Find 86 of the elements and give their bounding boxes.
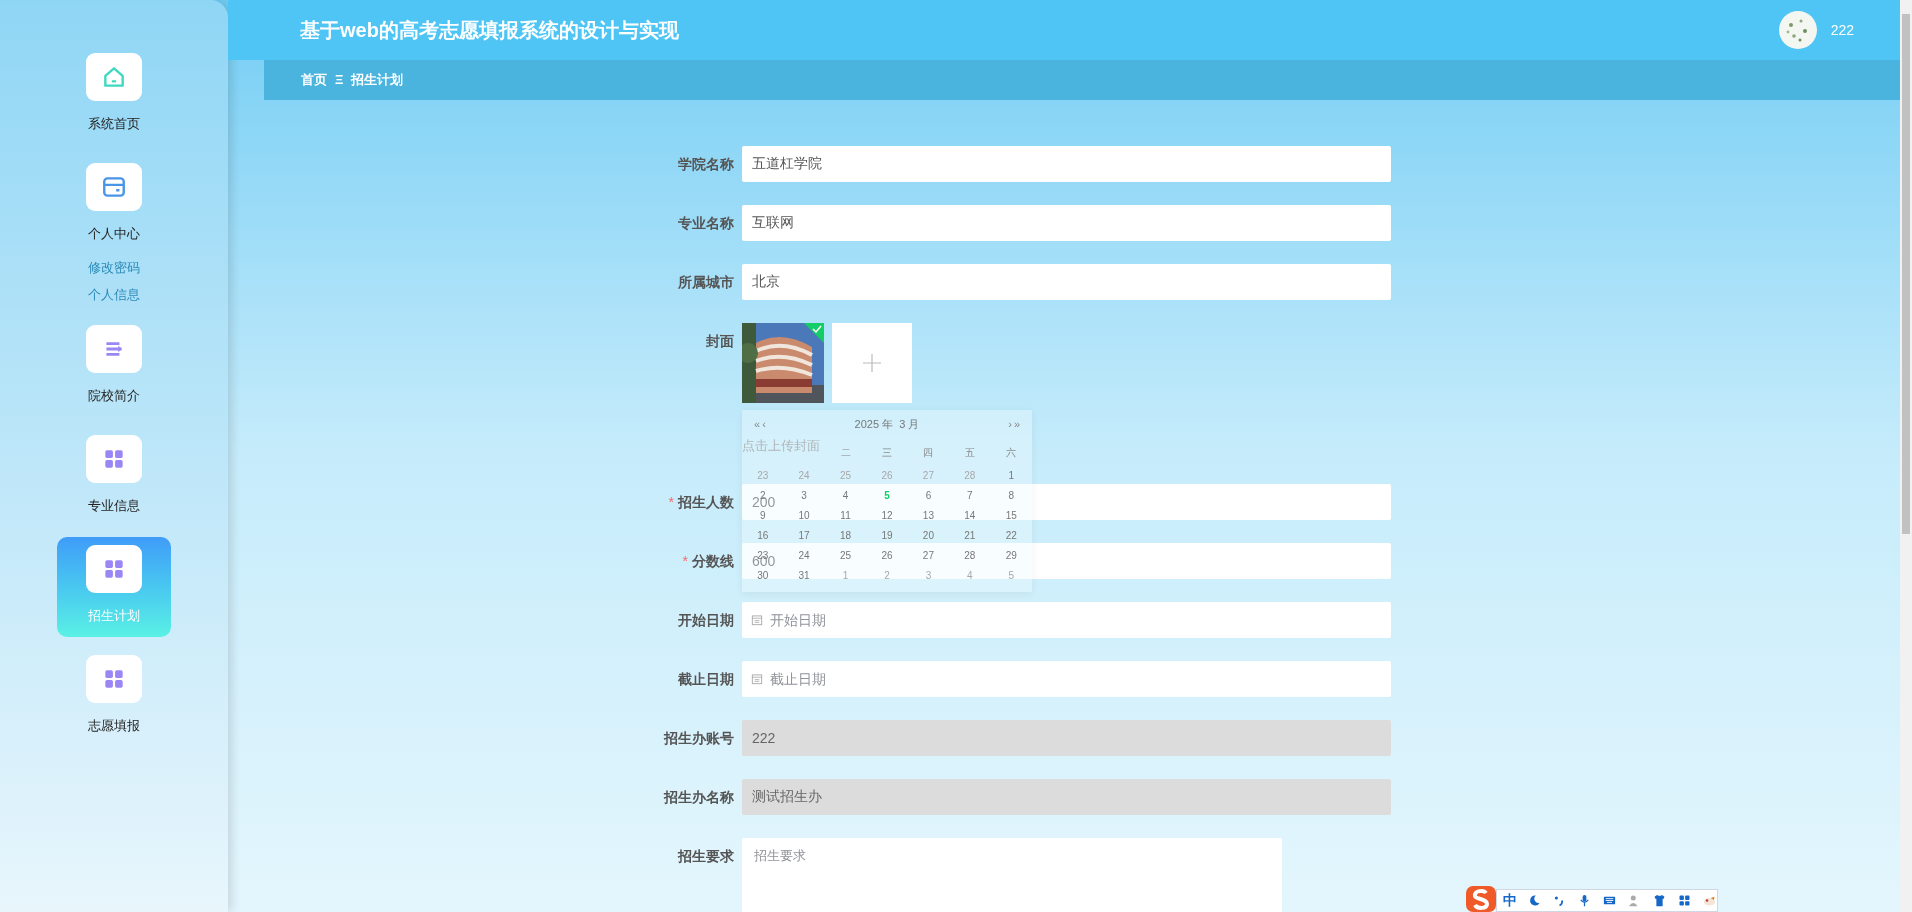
- text-field[interactable]: 北京: [742, 264, 1391, 300]
- next-month-button[interactable]: ›: [1008, 415, 1012, 433]
- weekday-label: 六: [1005, 445, 1018, 460]
- submenu-link[interactable]: 修改密码: [88, 259, 140, 277]
- microphone-icon[interactable]: [1577, 893, 1592, 908]
- calendar-day[interactable]: 18: [840, 530, 852, 542]
- scrollbar-thumb[interactable]: [1902, 14, 1910, 534]
- moon-icon[interactable]: [1527, 893, 1542, 908]
- text-field[interactable]: 互联网: [742, 205, 1391, 241]
- shirt-icon[interactable]: [1652, 893, 1667, 908]
- calendar-day[interactable]: 13: [922, 510, 934, 522]
- field-label: 招生办名称: [664, 787, 734, 807]
- calendar-day[interactable]: 25: [840, 550, 852, 562]
- sidebar-item[interactable]: 志愿填报: [57, 647, 171, 747]
- calendar-day[interactable]: 29: [1005, 550, 1017, 562]
- avatar: [1778, 11, 1817, 49]
- calendar-day[interactable]: 17: [798, 530, 810, 542]
- field-label: 截止日期: [678, 669, 734, 689]
- field-label: 所属城市: [678, 272, 734, 292]
- date-field[interactable]: 开始日期: [742, 602, 1391, 638]
- calendar-day[interactable]: 19: [881, 530, 893, 542]
- next-year-button[interactable]: »: [1013, 415, 1020, 433]
- system-title: 基于web的高考志愿填报系统的设计与实现: [300, 18, 679, 43]
- sidebar-item[interactable]: 专业信息: [57, 427, 171, 527]
- field-label: 学院名称: [678, 154, 734, 174]
- calendar-day[interactable]: 4: [967, 570, 973, 582]
- field-label: 封面: [706, 331, 734, 351]
- home-icon: [101, 64, 127, 90]
- calendar-day[interactable]: 9: [759, 510, 766, 522]
- calendar-icon: [750, 613, 764, 627]
- calendar-day[interactable]: 15: [1005, 510, 1017, 522]
- calendar-day[interactable]: 4: [842, 490, 849, 502]
- calendar-day[interactable]: 12: [881, 510, 893, 522]
- calendar-day[interactable]: 30: [757, 570, 769, 582]
- sidebar-item[interactable]: 系统首页: [57, 45, 171, 145]
- calendar-icon: [750, 672, 764, 686]
- calendar-day[interactable]: 22: [1005, 530, 1017, 542]
- plus-icon: [860, 351, 884, 375]
- field-label: * 分数线: [682, 551, 734, 571]
- calendar-day[interactable]: 28: [964, 550, 976, 562]
- calendar-day[interactable]: 6: [925, 490, 932, 502]
- calendar-day[interactable]: 31: [798, 570, 810, 582]
- calendar-day[interactable]: 2: [884, 570, 890, 582]
- ime-logo[interactable]: [1466, 886, 1496, 912]
- month-title: 2025 年 3 月: [853, 416, 921, 432]
- weekday-label: 二: [839, 445, 852, 460]
- weekday-label: 四: [922, 445, 935, 460]
- sidebar-item[interactable]: 院校简介: [57, 317, 171, 417]
- calendar-day[interactable]: 27: [922, 550, 934, 562]
- input-mode-toggle[interactable]: 中: [1503, 890, 1517, 911]
- sidebar-item[interactable]: 个人中心: [57, 155, 171, 255]
- breadcrumb-link[interactable]: 首页: [301, 70, 327, 90]
- calendar-day[interactable]: 10: [798, 510, 810, 522]
- prev-month-button[interactable]: ‹: [762, 415, 766, 433]
- card-icon: [101, 174, 127, 200]
- calendar-day[interactable]: 16: [757, 530, 769, 542]
- prev-year-button[interactable]: «: [754, 415, 761, 433]
- weekday-label: 三: [881, 445, 893, 460]
- calendar-day[interactable]: 3: [925, 570, 932, 582]
- calendar-day[interactable]: 5: [1008, 570, 1015, 582]
- calendar-day[interactable]: 21: [964, 530, 976, 542]
- breadcrumb-link[interactable]: 招生计划: [351, 70, 404, 90]
- grid-icon[interactable]: [1677, 893, 1692, 908]
- calendar-day[interactable]: 26: [881, 550, 893, 562]
- field-label: 开始日期: [678, 610, 734, 630]
- calendar-day[interactable]: 14: [964, 510, 976, 522]
- calendar-day[interactable]: 20: [922, 530, 934, 542]
- calendar-day[interactable]: 24: [798, 550, 810, 562]
- calendar-day[interactable]: 8: [1008, 490, 1015, 502]
- field-label: 专业名称: [678, 213, 734, 233]
- breadcrumb-separator: Ξ: [335, 71, 344, 90]
- text-field[interactable]: 五道杠学院: [742, 146, 1391, 182]
- calendar-day[interactable]: 1: [842, 570, 849, 582]
- calendar-day[interactable]: 11: [840, 510, 851, 522]
- calendar-day[interactable]: 1: [1008, 470, 1015, 482]
- date-field[interactable]: 截止日期: [742, 661, 1391, 697]
- textarea-field[interactable]: 招生要求: [742, 838, 1282, 912]
- submenu-link[interactable]: 个人信息: [88, 286, 140, 304]
- field-label: * 招生人数: [668, 492, 734, 512]
- calendar-day[interactable]: 3: [801, 490, 807, 502]
- upload-hint: 点击上传封面: [742, 437, 820, 455]
- field-label: 招生办账号: [664, 728, 734, 748]
- calendar-day[interactable]: 7: [967, 490, 973, 502]
- weekday-label: 五: [963, 445, 976, 460]
- username: 222: [1830, 20, 1854, 40]
- field-label: 招生要求: [678, 846, 734, 866]
